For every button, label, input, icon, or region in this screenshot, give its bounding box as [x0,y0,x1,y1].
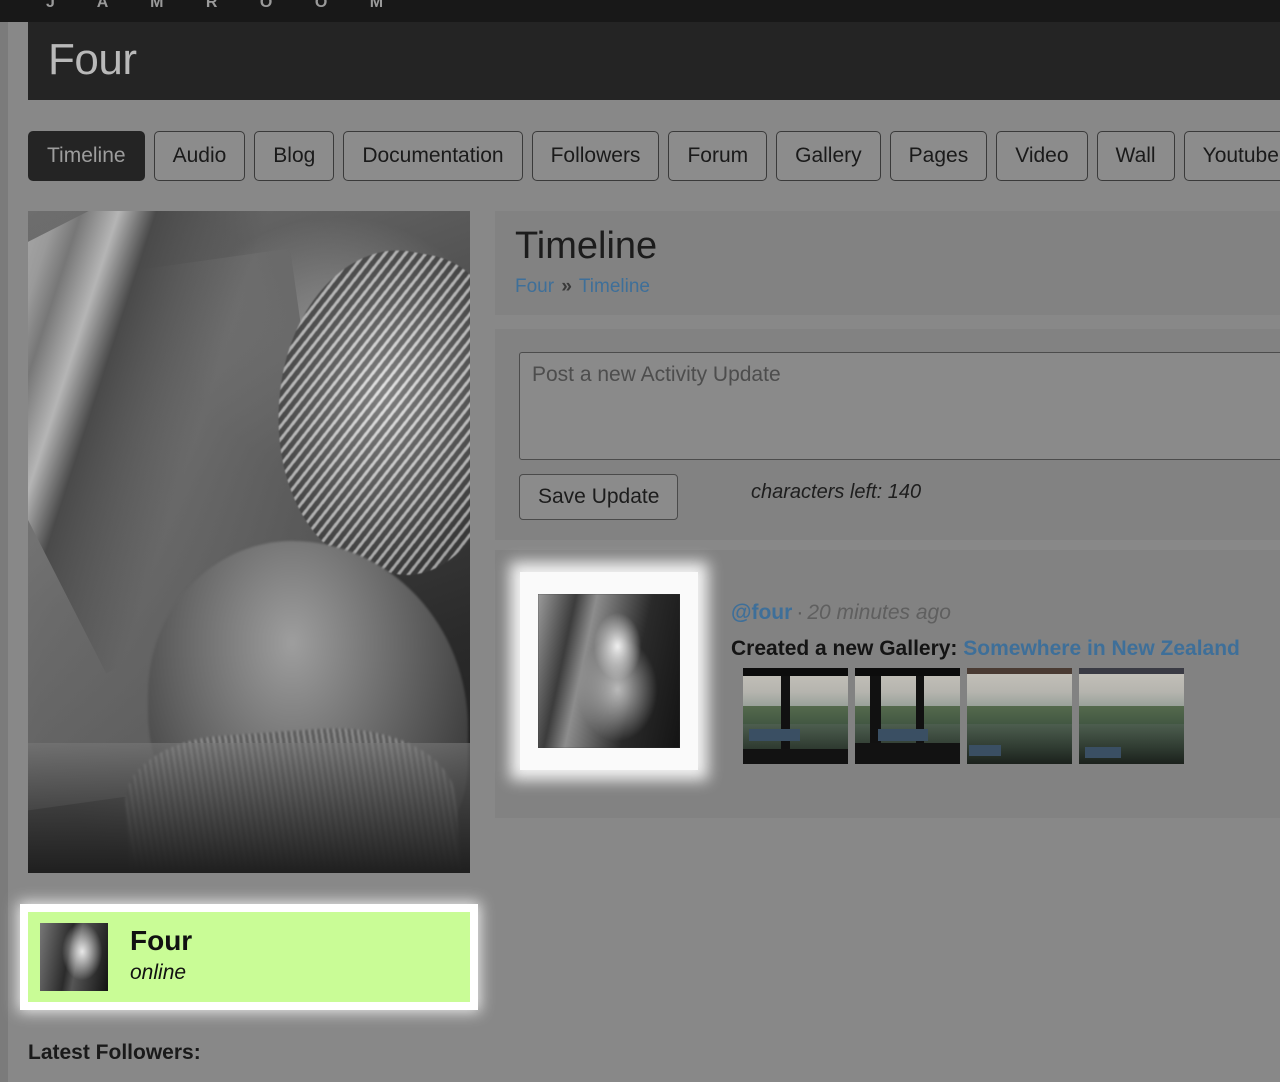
tab-forum[interactable]: Forum [668,131,768,181]
activity-composer-panel: Save Update characters left: 140 [495,329,1280,540]
thumbnail-top-band [743,668,848,676]
thumbnail-top-band [967,668,1072,674]
page-title: Four [48,35,137,84]
thumbnail-top-band [855,668,960,676]
tab-blog[interactable]: Blog [254,131,335,181]
thumbnail-top-band [1079,668,1184,674]
post-gallery-thumbnails [743,668,1191,764]
breadcrumb-root-link[interactable]: Four [515,276,554,297]
post-author-avatar-image [538,594,680,748]
app-root: J A M R O O M Four Timeline Audio Blog Docu… [0,0,1280,1082]
post-gallery-link[interactable]: Somewhere in New Zealand [963,637,1240,660]
activity-post-panel: @four · 20 minutes ago Created a new Galle… [495,550,1280,818]
tab-followers[interactable]: Followers [531,131,660,181]
online-status-label: online [130,961,187,984]
tab-documentation[interactable]: Documentation [343,131,523,181]
gallery-thumbnail[interactable] [1079,668,1184,764]
post-text-prefix: Created a new Gallery: [731,637,958,660]
tab-gallery[interactable]: Gallery [776,131,881,181]
characters-left-counter: characters left: 140 [751,481,922,503]
thumbnail-table [878,729,929,741]
avatar-image [40,923,108,991]
breadcrumb: Four » Timeline [515,275,650,299]
tab-pages[interactable]: Pages [889,131,988,181]
activity-update-input[interactable] [519,352,1280,460]
profile-photo[interactable] [28,211,470,873]
save-update-button[interactable]: Save Update [519,474,679,520]
breadcrumb-separator: » [561,276,572,297]
profile-photo-floor-layer [28,743,470,873]
tab-audio[interactable]: Audio [153,131,246,181]
thumbnail-table [1085,746,1121,759]
thumbnail-table [969,744,1001,757]
gallery-thumbnail[interactable] [743,668,848,764]
online-user-name: Four [130,925,193,956]
tab-youtube[interactable]: Youtube [1183,131,1280,181]
timeline-header-panel: Timeline Four » Timeline [495,211,1280,315]
post-text: Created a new Gallery: Somewhere in New … [731,635,1280,662]
jamroom-logo[interactable]: J A M R O O M [46,0,402,12]
profile-title-band: Four [28,22,1280,100]
post-author-avatar[interactable] [520,572,698,770]
profile-tab-bar: Timeline Audio Blog Documentation Followers F… [28,131,1280,183]
breadcrumb-current-link[interactable]: Timeline [579,276,650,297]
post-meta: @four · 20 minutes ago [731,600,1280,626]
thumbnail-table [749,729,800,741]
post-timestamp: 20 minutes ago [807,601,951,624]
gallery-thumbnail[interactable] [855,668,960,764]
avatar [40,923,108,991]
thumbnail-bottom-band [855,742,960,764]
post-body: @four · 20 minutes ago Created a new Galle… [731,600,1280,662]
latest-followers-heading: Latest Followers: [28,1041,201,1064]
online-user-card[interactable]: Four online [28,912,470,1002]
gallery-thumbnail[interactable] [967,668,1072,764]
tab-timeline[interactable]: Timeline [28,131,145,181]
thumbnail-bottom-band [743,748,848,764]
top-brand-strip: J A M R O O M [0,0,1280,22]
tab-wall[interactable]: Wall [1096,131,1175,181]
timeline-heading: Timeline [515,225,658,267]
post-author-handle-link[interactable]: @four [731,601,792,624]
left-edge-rail [0,22,8,1082]
tab-video[interactable]: Video [996,131,1088,181]
post-meta-separator: · [796,601,804,624]
post-author-avatar-photo-layer [538,594,680,748]
